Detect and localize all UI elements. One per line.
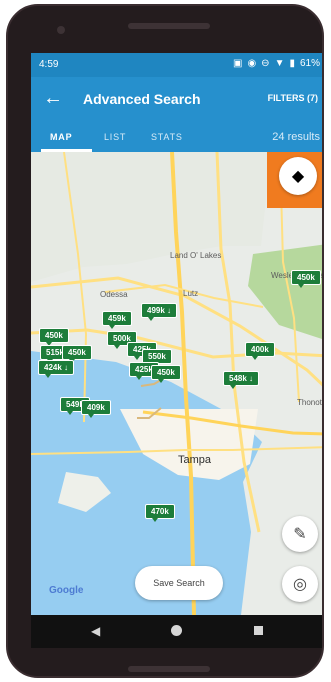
price-pin[interactable]: 470k <box>145 504 175 522</box>
results-count: 24 results <box>272 131 320 143</box>
location-button[interactable]: ◎ <box>282 566 318 602</box>
price-pin[interactable]: 459k <box>102 311 132 329</box>
status-time: 4:59 <box>39 59 59 70</box>
down-arrow-icon: ↓ <box>167 306 172 315</box>
bottom-speaker <box>128 666 210 672</box>
notification-icon: ▣ <box>232 58 243 69</box>
edit-button[interactable]: ✎ <box>282 516 318 552</box>
location-icon: ◉ <box>247 58 257 69</box>
back-arrow-icon[interactable]: ← <box>43 88 63 108</box>
tab-bar: MAP LIST STATS 24 results <box>31 123 322 152</box>
system-nav-bar: ◀ <box>31 615 322 648</box>
place-label: Land O' Lakes <box>170 251 222 260</box>
wifi-icon: ▼ <box>274 58 285 69</box>
battery-percent: 61% <box>299 58 320 69</box>
place-label: Lutz <box>183 289 199 298</box>
map-background <box>31 152 322 615</box>
front-camera <box>57 26 65 34</box>
tab-stats[interactable]: STATS <box>151 132 183 142</box>
nav-recent-icon[interactable] <box>254 626 263 635</box>
screen: 4:59 ▣ ◉ ⊖ ▼ ▮ 61% ← Advanced Search FIL… <box>31 53 322 648</box>
page-title: Advanced Search <box>83 91 201 107</box>
layers-button[interactable]: ◆ <box>279 157 317 195</box>
my-location-icon: ◎ <box>293 576 307 593</box>
tab-map[interactable]: MAP <box>50 132 72 142</box>
status-icons: ▣ ◉ ⊖ ▼ ▮ 61% <box>233 58 320 69</box>
price-pin[interactable]: 400k <box>245 342 275 360</box>
top-speaker <box>128 23 210 29</box>
filters-button[interactable]: FILTERS (7) <box>268 93 318 103</box>
place-label: Thonotosassa <box>297 398 322 407</box>
map-view[interactable]: Land O' Lakes Wesley Chapel Odessa Lutz … <box>31 152 322 615</box>
price-pin[interactable]: 450k <box>39 328 69 346</box>
status-bar: 4:59 ▣ ◉ ⊖ ▼ ▮ 61% <box>31 53 322 77</box>
tab-list[interactable]: LIST <box>104 132 126 142</box>
phone-frame: 4:59 ▣ ◉ ⊖ ▼ ▮ 61% ← Advanced Search FIL… <box>6 4 324 678</box>
price-pin[interactable]: 450k <box>291 270 321 288</box>
battery-icon: ▮ <box>289 58 295 69</box>
price-pin[interactable]: 424k ↓ <box>38 360 75 378</box>
google-attribution: Google <box>49 585 84 596</box>
layers-icon: ◆ <box>291 168 305 185</box>
price-pin[interactable]: 548k ↓ <box>223 371 260 389</box>
price-pin[interactable]: 499k ↓ <box>141 303 178 321</box>
price-pin[interactable]: 409k <box>81 400 111 418</box>
down-arrow-icon: ↓ <box>249 374 254 383</box>
place-label: Odessa <box>100 290 128 299</box>
nav-home-icon[interactable] <box>171 625 182 636</box>
price-pin[interactable]: 450k <box>151 365 181 383</box>
nav-back-icon[interactable]: ◀ <box>91 624 100 638</box>
down-arrow-icon: ↓ <box>64 363 69 372</box>
price-pin[interactable]: 450k <box>62 345 92 363</box>
dnd-icon: ⊖ <box>261 58 270 69</box>
place-label: Tampa <box>178 454 212 466</box>
save-search-button[interactable]: Save Search <box>135 566 223 600</box>
pencil-icon: ✎ <box>293 526 307 543</box>
app-bar: ← Advanced Search FILTERS (7) <box>31 77 322 123</box>
